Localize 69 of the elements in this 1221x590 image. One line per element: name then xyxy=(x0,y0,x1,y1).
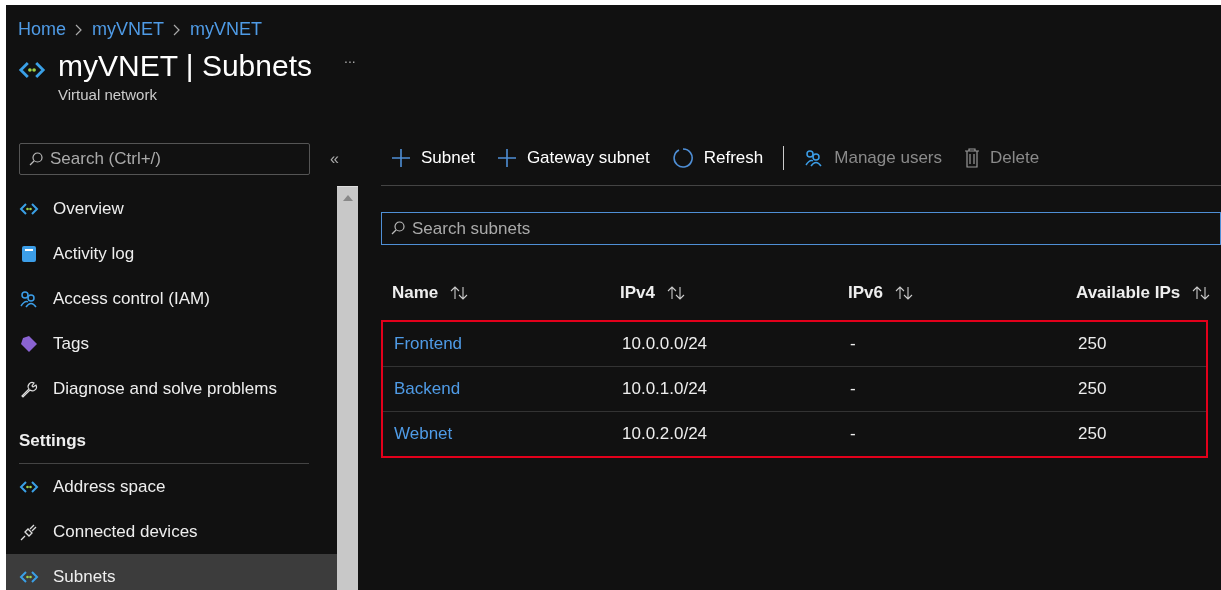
sort-icon[interactable] xyxy=(895,286,913,300)
tag-icon xyxy=(19,334,39,353)
refresh-icon xyxy=(671,147,694,169)
collapse-button[interactable]: « xyxy=(330,149,339,168)
search-field[interactable]: Search subnets xyxy=(381,212,1221,245)
network-icon xyxy=(19,201,39,216)
sidebar-item[interactable]: Tags xyxy=(6,321,337,366)
sort-icon[interactable] xyxy=(450,286,469,300)
network-icon xyxy=(19,479,39,494)
search-icon xyxy=(391,221,405,235)
table-cell-text: - xyxy=(849,424,857,444)
toolbar-button[interactable]: Subnet xyxy=(391,148,475,168)
toolbar-button[interactable]: Gateway subnet xyxy=(496,148,650,168)
column-header[interactable]: IPv4 xyxy=(620,283,655,303)
sidebar-item[interactable]: Connected devices xyxy=(6,509,337,554)
table-cell-text: 250 xyxy=(1077,424,1108,444)
sidebar-item-label: Activity log xyxy=(53,243,135,264)
more-button[interactable]: ... xyxy=(344,48,356,68)
scroll-up-icon xyxy=(342,195,353,201)
sort-icon[interactable] xyxy=(667,286,685,300)
sidebar-item[interactable]: Address space xyxy=(6,464,337,509)
sidebar-item-label: Diagnose and solve problems xyxy=(53,378,277,399)
plus-icon xyxy=(391,148,411,168)
table-cell-text: 250 xyxy=(1077,334,1108,354)
sidebar-item[interactable]: Overview xyxy=(6,186,337,231)
network-icon xyxy=(18,60,46,80)
sidebar-item[interactable]: Diagnose and solve problems xyxy=(6,366,337,411)
sidebar-item[interactable]: Subnets xyxy=(6,554,337,590)
subnet-link[interactable]: Backend xyxy=(394,379,461,398)
sidebar-item-label: Address space xyxy=(53,476,166,497)
page-subtitle: Virtual network xyxy=(58,86,158,103)
subnet-link[interactable]: Frontend xyxy=(394,334,463,353)
breadcrumb-link[interactable]: Home xyxy=(18,19,66,40)
wrench-icon xyxy=(19,379,39,398)
chevron-icon xyxy=(75,23,83,36)
plug-icon xyxy=(19,522,39,541)
table-cell-text: 10.0.0.0/24 xyxy=(621,334,709,354)
table-cell-text: - xyxy=(849,334,857,354)
sort-icon[interactable] xyxy=(1192,286,1211,300)
chevron-icon xyxy=(173,23,181,36)
trash-icon xyxy=(964,148,980,168)
section-heading: Settings xyxy=(18,430,88,452)
log-icon xyxy=(19,244,39,263)
column-header[interactable]: IPv6 xyxy=(848,283,883,303)
people-icon xyxy=(19,289,39,308)
table-cell-text: 10.0.2.0/24 xyxy=(621,424,709,444)
table-cell-text: 250 xyxy=(1077,379,1108,399)
sidebar-item[interactable]: Activity log xyxy=(6,231,337,276)
plus-icon xyxy=(496,148,517,168)
scrollbar[interactable] xyxy=(337,186,358,590)
sidebar-item-label: Overview xyxy=(53,198,124,219)
table-cell-text: 10.0.1.0/24 xyxy=(621,379,709,399)
subnet-link[interactable]: Webnet xyxy=(394,424,453,443)
sidebar-item-label: Access control (IAM) xyxy=(53,288,210,309)
breadcrumb-link[interactable]: myVNET xyxy=(190,19,262,40)
column-header[interactable]: Name xyxy=(392,283,439,303)
toolbar-button[interactable]: Refresh xyxy=(671,147,764,169)
table-cell-text: - xyxy=(849,379,857,399)
people-icon xyxy=(804,149,825,167)
breadcrumb-link[interactable]: myVNET xyxy=(92,19,164,40)
search-icon xyxy=(29,151,43,166)
network-icon xyxy=(19,569,39,584)
sidebar-item-label: Tags xyxy=(53,333,89,354)
column-header[interactable]: Available IPs xyxy=(1076,283,1181,303)
page-title: myVNET | Subnets xyxy=(58,48,312,84)
search-field[interactable]: Search (Ctrl+/) xyxy=(19,142,310,175)
sidebar-item-label: Subnets xyxy=(53,566,116,587)
sidebar-item[interactable]: Access control (IAM) xyxy=(6,276,337,321)
sidebar-item-label: Connected devices xyxy=(53,521,198,542)
